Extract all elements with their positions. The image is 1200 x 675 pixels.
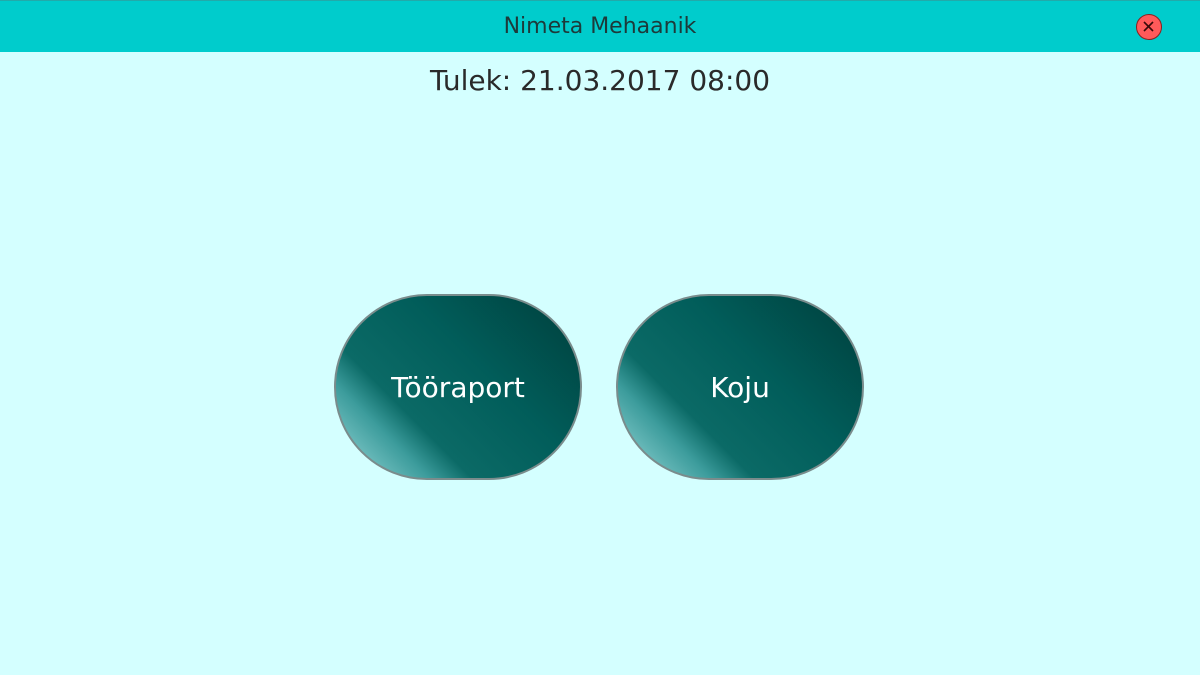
go-home-button[interactable]: Koju: [616, 294, 864, 480]
close-icon: [1143, 21, 1154, 32]
go-home-label: Koju: [710, 370, 770, 404]
work-report-label: Tööraport: [391, 370, 525, 404]
title-bar: Nimeta Mehaanik: [0, 0, 1200, 52]
work-report-button[interactable]: Tööraport: [334, 294, 582, 480]
window-title: Nimeta Mehaanik: [503, 14, 697, 39]
arrival-time: Tulek: 21.03.2017 08:00: [429, 64, 771, 97]
close-button[interactable]: [1136, 14, 1162, 40]
